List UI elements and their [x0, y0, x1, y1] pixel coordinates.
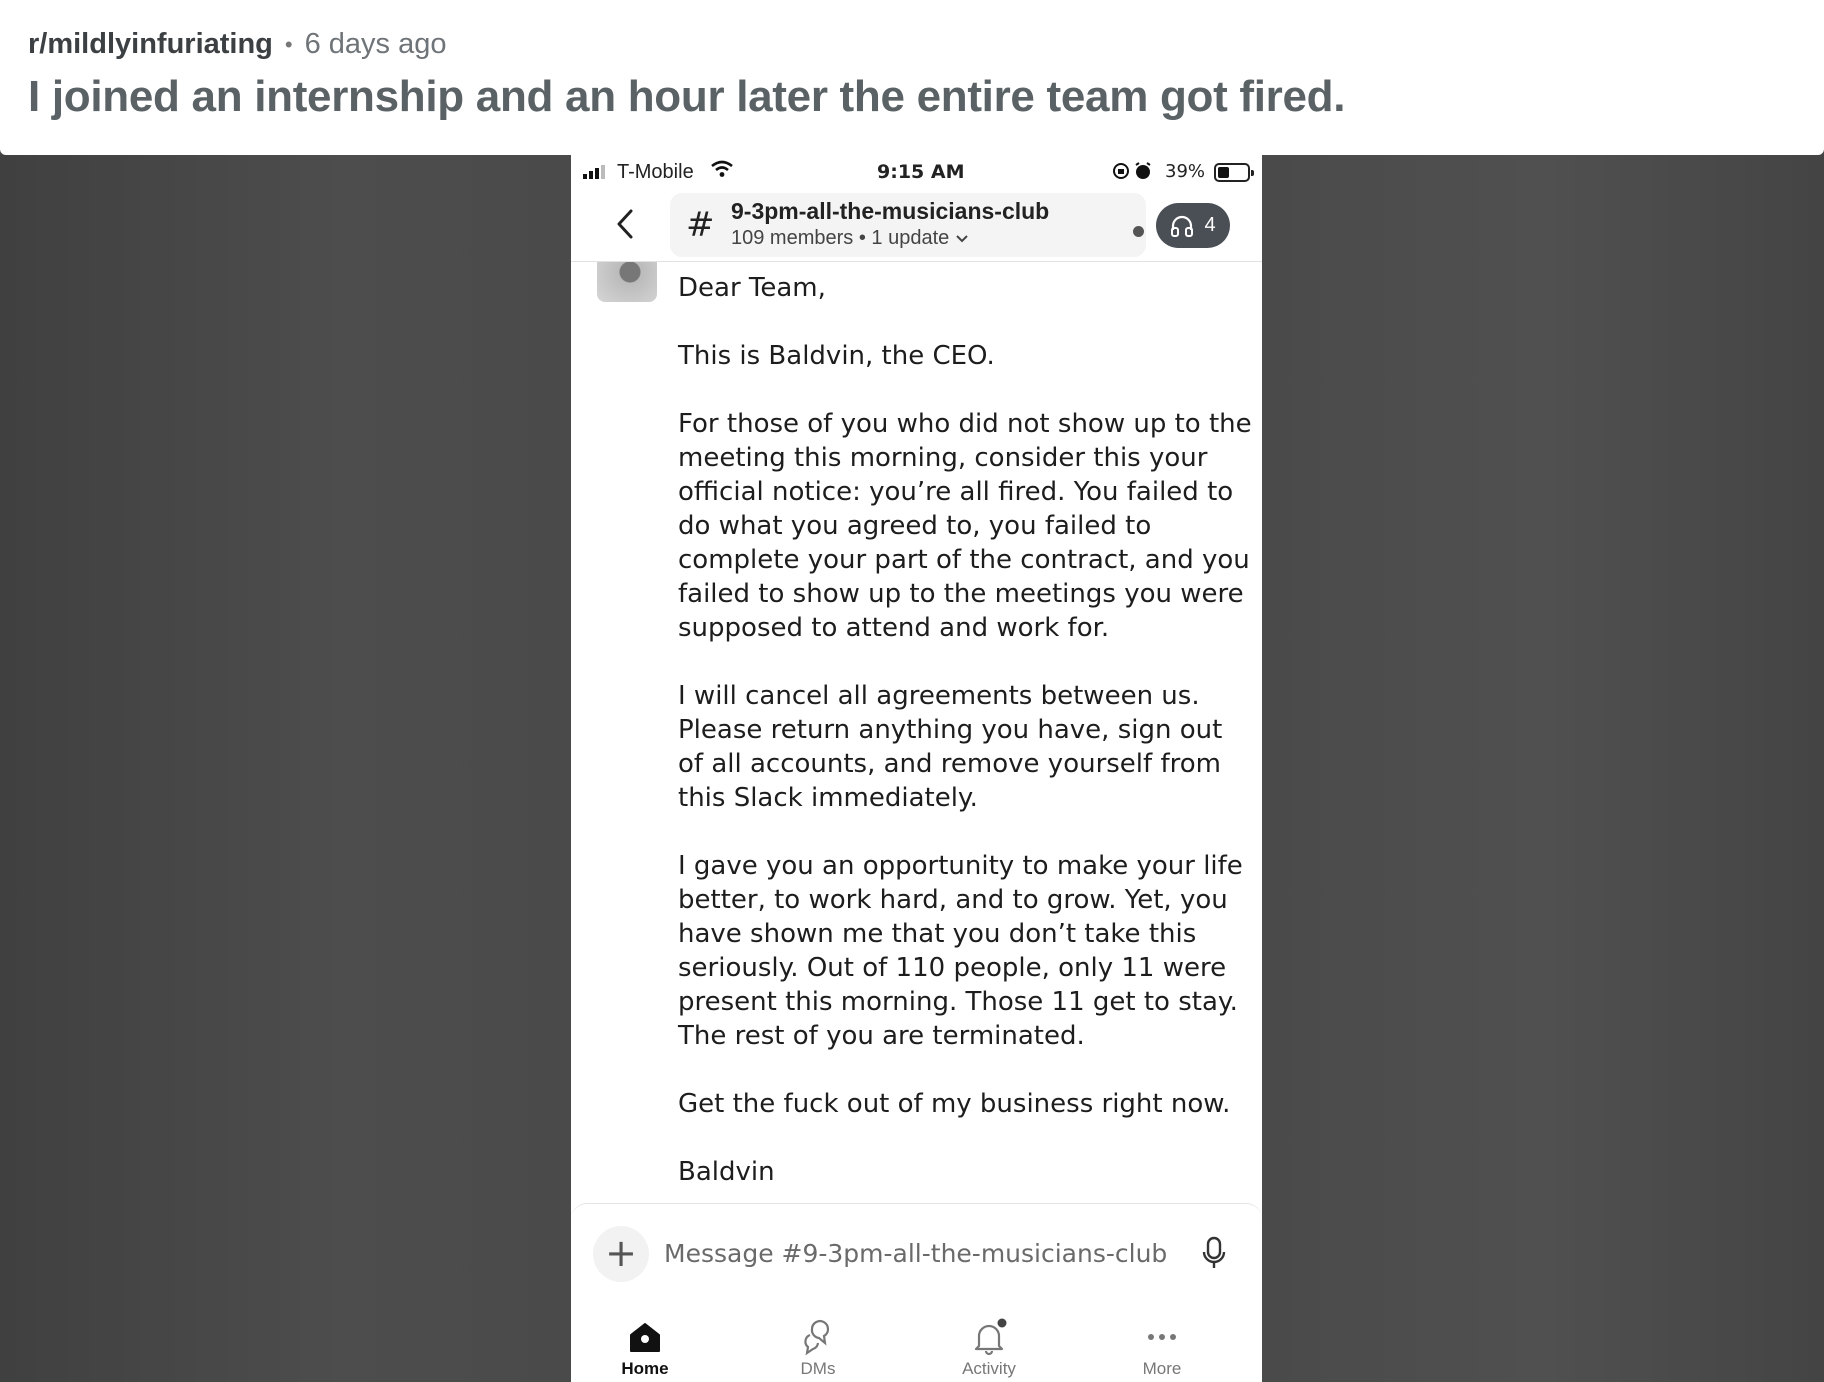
carrier-name: T-Mobile: [617, 161, 694, 183]
meta-separator: •: [284, 31, 293, 57]
home-icon: [630, 1323, 660, 1352]
more-icon: [1148, 1334, 1176, 1340]
tab-activity[interactable]: Activity: [929, 1313, 1049, 1382]
message-paragraph: For those of you who did not show up to …: [678, 409, 1252, 643]
tab-label: Activity: [962, 1359, 1016, 1378]
reddit-post-header: r/mildlyinfuriating • 6 days ago I joine…: [0, 0, 1824, 155]
update-count: 1 update: [871, 227, 950, 249]
message-paragraph: I gave you an opportunity to make your l…: [678, 851, 1243, 1051]
tab-label: DMs: [800, 1359, 836, 1378]
lock-rotation-alarm-icon: [1112, 161, 1156, 186]
unread-dot: [1133, 226, 1144, 237]
message-body: Dear Team, This is Baldvin, the CEO. For…: [678, 271, 1253, 1207]
subtitle-dot: •: [858, 227, 872, 249]
tab-more[interactable]: More: [1102, 1313, 1222, 1382]
status-clock: 9:15 AM: [877, 161, 965, 183]
subreddit-link[interactable]: r/mildlyinfuriating: [28, 28, 273, 61]
channel-hash-icon: #: [686, 205, 715, 245]
message-paragraph: This is Baldvin, the CEO.: [678, 341, 995, 371]
chevron-down-icon: [956, 235, 968, 243]
plus-icon[interactable]: +: [593, 1226, 649, 1282]
channel-info-button[interactable]: # 9-3pm-all-the-musicians-club 109 membe…: [670, 193, 1146, 257]
message-signature: Baldvin: [678, 1157, 775, 1187]
channel-name: 9-3pm-all-the-musicians-club: [731, 198, 1050, 224]
microphone-icon[interactable]: [1199, 1234, 1229, 1274]
cellular-signal-icon: [583, 165, 605, 179]
status-bar: T-Mobile 9:15 AM 39%: [571, 155, 1262, 191]
channel-header: # 9-3pm-all-the-musicians-club 109 membe…: [571, 191, 1262, 261]
member-count: 109 members: [731, 227, 854, 249]
battery-percent: 39%: [1165, 161, 1206, 182]
back-chevron-icon[interactable]: [611, 201, 641, 247]
message-paragraph: Get the fuck out of my business right no…: [678, 1089, 1231, 1119]
message-paragraph: Dear Team,: [678, 273, 826, 303]
tab-label: Home: [621, 1359, 669, 1378]
avatar[interactable]: [597, 262, 657, 302]
tab-home[interactable]: Home: [585, 1313, 705, 1382]
message-composer: +: [571, 1203, 1262, 1313]
wifi-icon: [711, 160, 733, 184]
channel-subtitle: 109 members • 1 update: [731, 227, 969, 250]
huddle-count: 4: [1204, 214, 1216, 236]
background-blur-right: [1262, 155, 1824, 1382]
phone-screenshot: T-Mobile 9:15 AM 39% # 9-3pm-all-the-mus…: [571, 155, 1262, 1382]
bottom-tab-bar: Home DMs Activity More: [571, 1313, 1262, 1382]
tab-label: More: [1142, 1359, 1182, 1378]
battery-icon: [1214, 163, 1254, 182]
post-meta: r/mildlyinfuriating • 6 days ago: [28, 28, 447, 61]
huddle-button[interactable]: 4: [1156, 203, 1230, 248]
message: Dear Team, This is Baldvin, the CEO. For…: [571, 262, 1262, 1207]
background-blur-left: [0, 155, 571, 1382]
post-title[interactable]: I joined an internship and an hour later…: [28, 72, 1345, 122]
bell-icon: [974, 1318, 1007, 1356]
post-timestamp: 6 days ago: [304, 28, 447, 60]
tab-dms[interactable]: DMs: [758, 1313, 878, 1382]
dms-icon: [804, 1320, 830, 1356]
headphones-icon: [1171, 215, 1194, 237]
message-input[interactable]: [664, 1230, 1194, 1276]
message-paragraph: I will cancel all agreements between us.…: [678, 681, 1223, 813]
